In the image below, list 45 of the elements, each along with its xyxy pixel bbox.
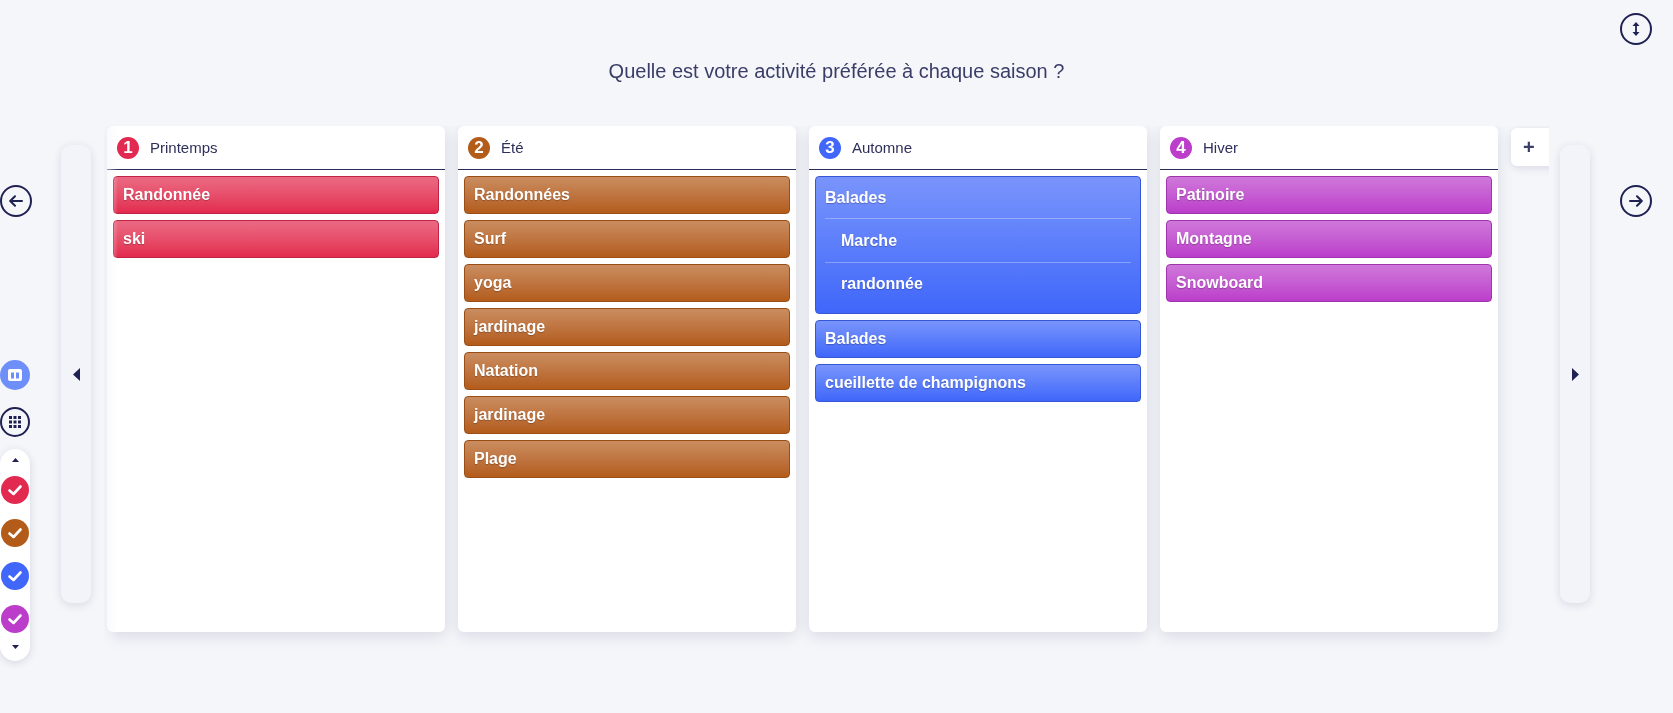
activity-card[interactable]: jardinage [464, 308, 790, 346]
number-badge: 2 [468, 136, 490, 159]
column-title: Été [501, 139, 524, 156]
activity-card[interactable]: cueillette de champignons [815, 364, 1141, 402]
column-title: Automne [852, 139, 913, 156]
activity-card[interactable]: ski [113, 220, 439, 258]
activity-card[interactable]: Montagne [1166, 220, 1492, 258]
add-column-button[interactable]: + [1511, 128, 1549, 166]
activity-card[interactable]: jardinage [464, 396, 790, 434]
arrow-right-icon [1629, 195, 1643, 207]
check-toggle-icon[interactable] [1, 605, 29, 633]
view-button[interactable] [0, 407, 30, 437]
previous-button[interactable] [0, 185, 32, 217]
activity-card[interactable]: Plage [464, 440, 790, 478]
caret-left-icon [72, 367, 80, 381]
grid-icon [9, 416, 21, 428]
sub-activity-item[interactable]: Marche [825, 219, 1131, 262]
check-toggle-icon[interactable] [1, 476, 29, 504]
activity-card[interactable]: Randonnées [464, 176, 790, 214]
card-title: Balades [825, 187, 888, 208]
number-badge: 1 [117, 136, 139, 159]
resize-button[interactable] [1620, 13, 1652, 45]
next-button[interactable] [1620, 185, 1652, 217]
columns-icon [8, 369, 22, 381]
check-toggle-icon[interactable] [1, 519, 29, 547]
column-title: Printemps [150, 139, 218, 156]
caret-down-icon [11, 645, 19, 649]
vertical-arrows-icon [1632, 22, 1640, 36]
activity-card[interactable]: Snowboard [1166, 264, 1492, 302]
arrow-left-icon [9, 195, 23, 207]
activity-card[interactable]: Balades [815, 320, 1141, 358]
activity-card[interactable]: yoga [464, 264, 790, 302]
activity-group-card[interactable]: Balades Marche randonnée [815, 176, 1141, 314]
sub-activity-item[interactable]: randonnée [825, 262, 1131, 305]
caret-up-icon [11, 458, 19, 462]
activity-card[interactable]: Patinoire [1166, 176, 1492, 214]
check-toggle-icon[interactable] [1, 562, 29, 590]
column-title: Hiver [1203, 139, 1238, 156]
number-badge: 3 [819, 136, 841, 159]
caret-right-icon [1571, 367, 1579, 381]
activity-card[interactable]: Randonnée [113, 176, 439, 214]
activity-card[interactable]: Natation [464, 352, 790, 390]
number-badge: 4 [1170, 136, 1192, 159]
activity-card[interactable]: Surf [464, 220, 790, 258]
question-title: Quelle est votre activité préférée à chaque saison ? [608, 59, 1065, 83]
